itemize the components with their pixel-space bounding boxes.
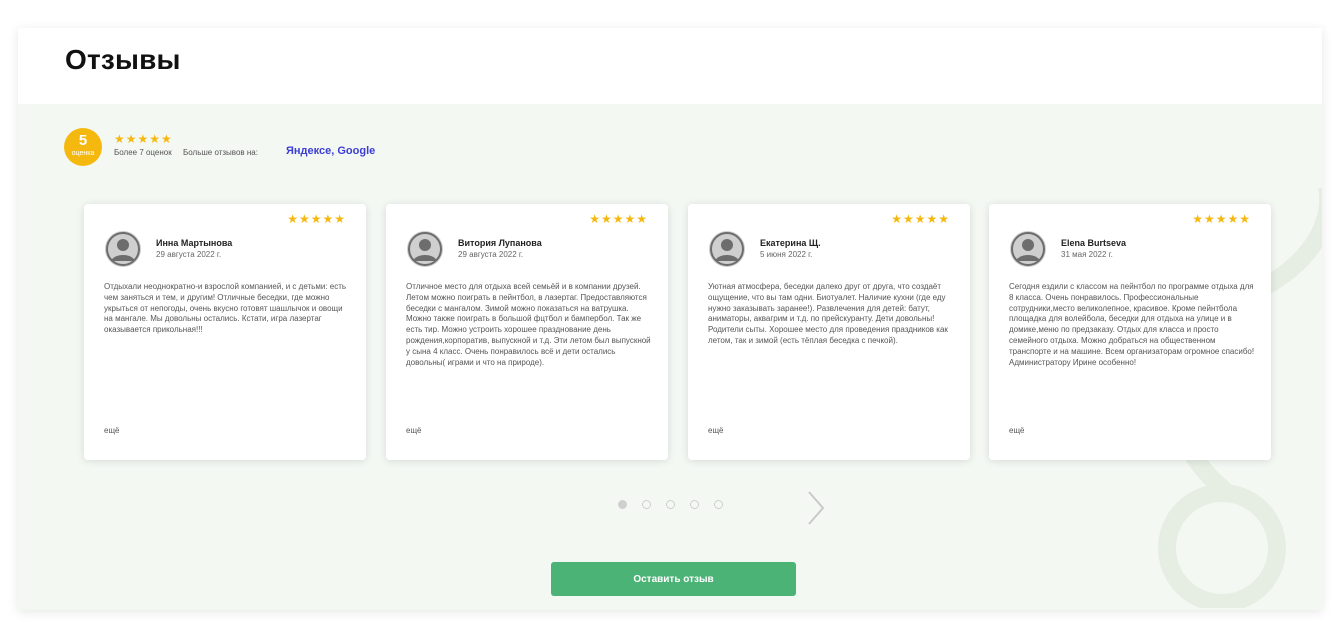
avatar bbox=[1010, 231, 1046, 267]
page-title: Отзывы bbox=[65, 44, 181, 75]
rating-stars-icon: ★★★★★ bbox=[114, 132, 173, 146]
review-stars-icon: ★★★★★ bbox=[891, 212, 950, 226]
user-icon bbox=[1010, 231, 1046, 267]
review-card: ★★★★★ Витория Лупанова 29 августа 2022 г… bbox=[386, 204, 668, 460]
review-text: Сегодня ездили с классом на пейнтбол по … bbox=[1009, 282, 1255, 367]
review-text: Отдыхали неоднократно-и взрослой компани… bbox=[104, 282, 347, 335]
review-stars-icon: ★★★★★ bbox=[287, 212, 346, 226]
review-date: 29 августа 2022 г. bbox=[458, 250, 524, 259]
pager-dot[interactable] bbox=[666, 500, 675, 509]
review-date: 31 мая 2022 г. bbox=[1061, 250, 1113, 259]
review-stars-icon: ★★★★★ bbox=[589, 212, 648, 226]
rating-count: Более 7 оценок bbox=[114, 148, 172, 157]
review-more-link[interactable]: ещё bbox=[406, 426, 421, 435]
review-date: 29 августа 2022 г. bbox=[156, 250, 222, 259]
rating-badge: 5 оценка bbox=[64, 128, 102, 166]
avatar bbox=[407, 231, 443, 267]
rating-value: 5 bbox=[78, 132, 88, 149]
pager-dot[interactable] bbox=[714, 500, 723, 509]
rating-badge-label: оценка bbox=[71, 150, 95, 157]
review-author: Elena Burtseva bbox=[1061, 238, 1127, 248]
avatar bbox=[105, 231, 141, 267]
review-stars-icon: ★★★★★ bbox=[1192, 212, 1251, 226]
review-card: ★★★★★ Инна Мартынова 29 августа 2022 г. … bbox=[84, 204, 366, 460]
pager-dot[interactable] bbox=[618, 500, 627, 509]
review-card: ★★★★★ Elena Burtseva 31 мая 2022 г. Сего… bbox=[989, 204, 1271, 460]
review-more-link[interactable]: ещё bbox=[708, 426, 723, 435]
review-author: Екатерина Щ. bbox=[760, 238, 821, 248]
more-reviews-label: Больше отзывов на: bbox=[183, 148, 258, 157]
chevron-right-icon[interactable] bbox=[804, 488, 828, 528]
review-author: Инна Мартынова bbox=[156, 238, 233, 248]
review-more-link[interactable]: ещё bbox=[104, 426, 119, 435]
review-author: Витория Лупанова bbox=[458, 238, 542, 248]
external-reviews-link[interactable]: Яндексе, Google bbox=[286, 145, 375, 157]
pager-dot[interactable] bbox=[642, 500, 651, 509]
review-date: 5 июня 2022 г. bbox=[760, 250, 813, 259]
reviews-section: Отзывы 5 оценка ★★★★★ Более 7 оценок Бол… bbox=[18, 28, 1322, 610]
section-header: Отзывы bbox=[18, 28, 1322, 104]
leave-review-button[interactable]: Оставить отзыв bbox=[551, 562, 796, 596]
review-text: Уютная атмосфера, беседки далеко друг от… bbox=[708, 282, 948, 345]
more-reviews-links[interactable]: Яндексе, Google bbox=[286, 145, 375, 157]
review-text: Отличное место для отдыха всей семьёй и … bbox=[406, 282, 651, 367]
user-icon bbox=[105, 231, 141, 267]
user-icon bbox=[407, 231, 443, 267]
pager-dot[interactable] bbox=[690, 500, 699, 509]
review-card: ★★★★★ Екатерина Щ. 5 июня 2022 г. Уютная… bbox=[688, 204, 970, 460]
user-icon bbox=[709, 231, 745, 267]
review-more-link[interactable]: ещё bbox=[1009, 426, 1024, 435]
avatar bbox=[709, 231, 745, 267]
